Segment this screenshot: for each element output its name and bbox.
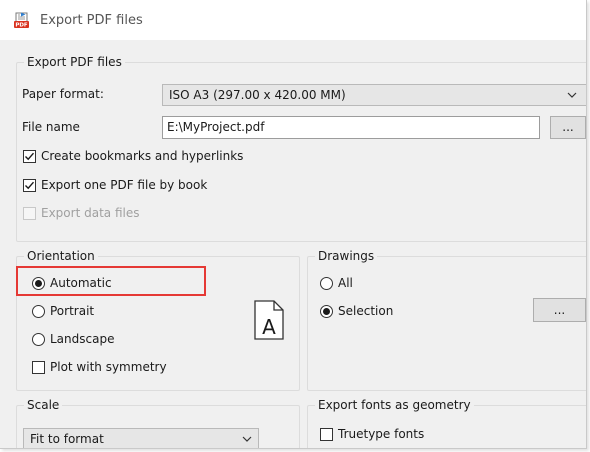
window-title: Export PDF files: [40, 13, 143, 28]
checkmark-icon: [25, 181, 35, 190]
drawings-legend: Drawings: [315, 249, 378, 263]
drawings-all-label: All: [338, 276, 353, 290]
export-pdf-dialog: PDF Export PDF files Export PDF files Pa…: [0, 0, 587, 449]
scale-select[interactable]: Fit to format: [23, 428, 259, 448]
data-files-checkbox[interactable]: [23, 207, 36, 220]
pdf-export-icon: PDF: [13, 12, 30, 29]
one-pdf-checkbox[interactable]: [23, 179, 36, 192]
title-bar: PDF Export PDF files: [0, 0, 586, 40]
radio-selected-dot: [323, 308, 330, 315]
orientation-landscape-radio[interactable]: [32, 333, 45, 346]
scale-legend: Scale: [24, 398, 63, 412]
paper-format-label: Paper format:: [22, 87, 104, 101]
svg-text:A: A: [262, 315, 276, 339]
drawings-selection-label: Selection: [338, 304, 394, 318]
drawings-all-radio[interactable]: [320, 277, 333, 290]
paper-format-select[interactable]: ISO A3 (297.00 x 420.00 MM): [162, 84, 586, 106]
chevron-down-icon: [242, 433, 252, 443]
drawings-selection-radio[interactable]: [320, 305, 333, 318]
file-name-label: File name: [22, 120, 80, 134]
checkmark-icon: [25, 152, 35, 161]
browse-drawings-button[interactable]: ...: [533, 298, 586, 322]
symmetry-checkbox[interactable]: [32, 361, 45, 374]
file-name-value: E:\MyProject.pdf: [167, 120, 265, 134]
orientation-portrait-radio[interactable]: [32, 305, 45, 318]
automatic-highlight-box: [16, 266, 206, 296]
browse-file-button[interactable]: ...: [550, 116, 586, 139]
file-name-field[interactable]: E:\MyProject.pdf: [162, 116, 540, 139]
symmetry-label: Plot with symmetry: [50, 360, 167, 374]
bookmarks-label: Create bookmarks and hyperlinks: [41, 149, 244, 163]
truetype-checkbox[interactable]: [320, 428, 333, 441]
truetype-label: Truetype fonts: [338, 427, 425, 441]
scale-value: Fit to format: [30, 432, 104, 446]
svg-text:PDF: PDF: [15, 23, 28, 29]
bookmarks-checkbox[interactable]: [23, 150, 36, 163]
chevron-down-icon: [567, 89, 577, 99]
orientation-legend: Orientation: [24, 249, 98, 263]
data-files-label: Export data files: [41, 206, 140, 220]
orientation-landscape-label: Landscape: [50, 332, 115, 346]
export-fonts-legend: Export fonts as geometry: [315, 398, 474, 412]
page-orientation-icon: A: [252, 300, 286, 340]
export-group-legend: Export PDF files: [24, 55, 125, 69]
orientation-portrait-label: Portrait: [50, 304, 95, 318]
dialog-body: Export PDF files Paper format: ISO A3 (2…: [0, 40, 586, 448]
one-pdf-label: Export one PDF file by book: [41, 178, 208, 192]
paper-format-value: ISO A3 (297.00 x 420.00 MM): [169, 88, 346, 102]
